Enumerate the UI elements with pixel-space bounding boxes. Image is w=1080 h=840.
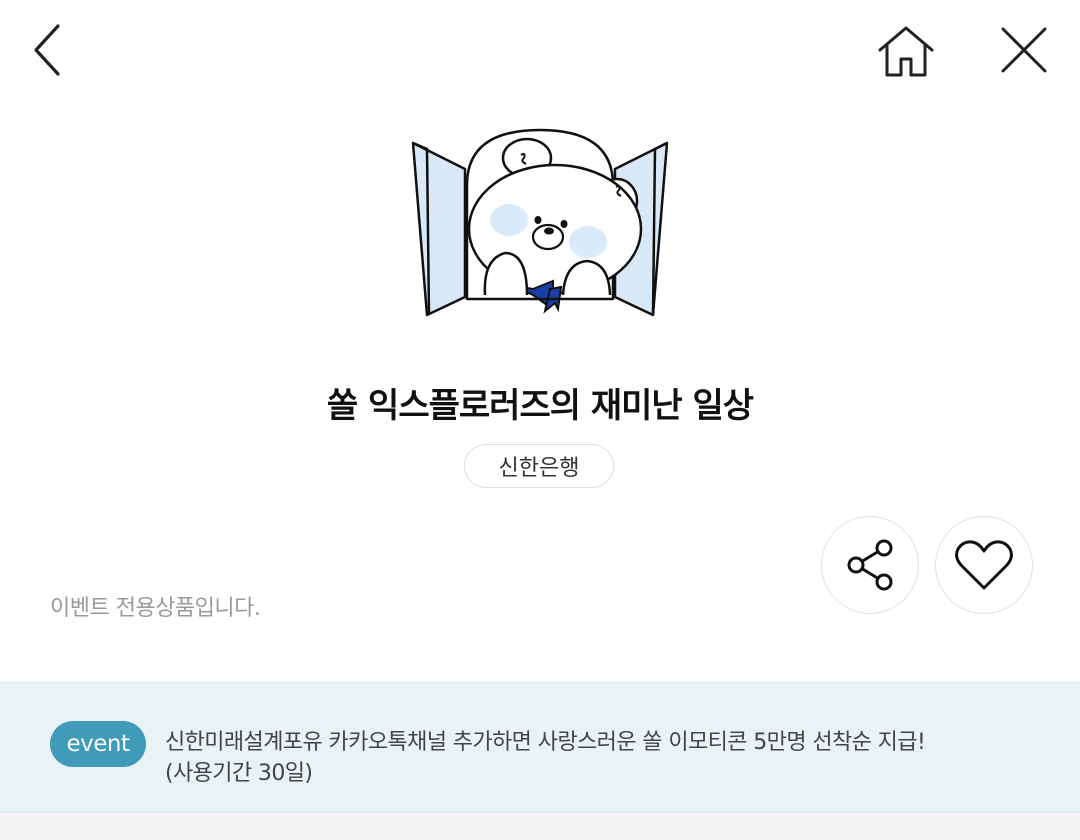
- event-badge: event: [50, 721, 146, 767]
- brand-link[interactable]: 신한은행: [464, 444, 614, 488]
- emoticon-preview-image: [405, 125, 675, 325]
- event-banner[interactable]: event 신한미래설계포유 카카오톡채널 추가하면 사랑스러운 쏠 이모티콘 …: [0, 682, 1080, 812]
- close-button[interactable]: [998, 24, 1050, 76]
- close-icon: [1001, 27, 1047, 73]
- event-description-line2: (사용기간 30일): [165, 761, 313, 786]
- bottom-divider: [0, 812, 1080, 840]
- bear-in-window-illustration: [411, 128, 669, 317]
- event-only-notice: 이벤트 전용상품입니다.: [50, 596, 261, 621]
- chevron-left-icon: [34, 24, 60, 76]
- home-button[interactable]: [874, 24, 938, 80]
- emoticon-title: 쏠 익스플로러즈의 재미난 일상: [326, 386, 754, 426]
- share-icon: [847, 539, 893, 591]
- back-button[interactable]: [26, 22, 70, 78]
- event-description-line1: 신한미래설계포유 카카오톡채널 추가하면 사랑스러운 쏠 이모티콘 5만명 선착…: [165, 730, 926, 755]
- like-button[interactable]: [935, 516, 1033, 614]
- share-button[interactable]: [821, 516, 919, 614]
- home-icon: [878, 26, 934, 77]
- heart-icon: [955, 540, 1013, 590]
- emoticon-detail-page: 쏠 익스플로러즈의 재미난 일상 신한은행 이벤트 전용상품입니다. event…: [0, 0, 1080, 840]
- event-description: 신한미래설계포유 카카오톡채널 추가하면 사랑스러운 쏠 이모티콘 5만명 선착…: [165, 727, 1045, 789]
